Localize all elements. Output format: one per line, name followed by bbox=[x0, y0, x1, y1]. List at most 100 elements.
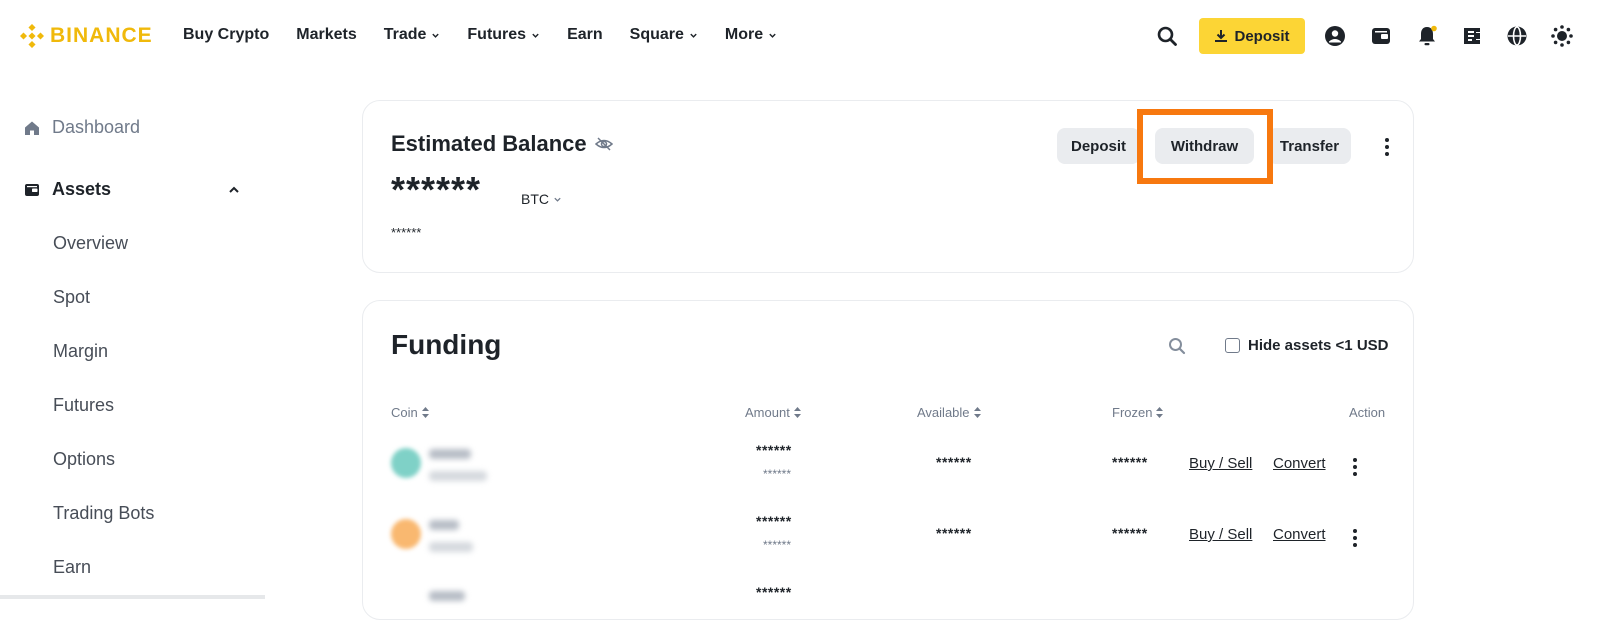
amount-fiat-value: ****** bbox=[763, 467, 792, 481]
sidebar-item-options[interactable]: Options bbox=[53, 449, 115, 470]
sidebar-scrollbar[interactable] bbox=[0, 595, 265, 599]
deposit-button[interactable]: Deposit bbox=[1057, 128, 1140, 164]
binance-logo-icon bbox=[20, 24, 44, 48]
eye-hidden-icon[interactable] bbox=[594, 137, 613, 151]
theme-icon[interactable] bbox=[1544, 18, 1580, 54]
coin-icon bbox=[391, 448, 421, 478]
convert-link[interactable]: Convert bbox=[1273, 455, 1326, 472]
nav-label: Markets bbox=[296, 26, 357, 43]
column-label: Action bbox=[1349, 405, 1386, 420]
globe-icon[interactable] bbox=[1499, 18, 1535, 54]
coin-symbol-blurred bbox=[429, 449, 471, 459]
coin-name-blurred bbox=[429, 471, 487, 481]
coin-symbol-blurred bbox=[429, 591, 465, 601]
nav-label: More bbox=[724, 26, 764, 43]
balance-fiat-value: ****** bbox=[391, 225, 422, 240]
balance-unit-select[interactable]: BTC bbox=[521, 191, 562, 207]
main-nav: Buy Crypto Markets Trade Futures Earn Sq… bbox=[183, 26, 804, 44]
column-label: Available bbox=[917, 405, 970, 420]
balance-unit: BTC bbox=[521, 191, 549, 207]
nav-earn[interactable]: Earn bbox=[567, 26, 603, 44]
column-header-coin[interactable]: Coin bbox=[391, 405, 429, 420]
amount-value: ****** bbox=[756, 584, 792, 600]
sort-icon bbox=[793, 407, 801, 418]
frozen-value: ****** bbox=[1112, 525, 1148, 541]
sidebar-item-margin[interactable]: Margin bbox=[53, 341, 108, 362]
nav-label: Futures bbox=[467, 26, 527, 43]
funding-title: Funding bbox=[391, 329, 502, 360]
orders-icon[interactable] bbox=[1454, 18, 1490, 54]
coin-symbol-blurred bbox=[429, 520, 459, 530]
search-icon[interactable] bbox=[1149, 18, 1185, 54]
frozen-value: ****** bbox=[1112, 454, 1148, 470]
sort-icon bbox=[973, 407, 981, 418]
chevron-down-icon bbox=[690, 33, 697, 38]
sidebar-item-dashboard[interactable]: Dashboard bbox=[24, 117, 140, 138]
row-more-icon[interactable] bbox=[1345, 453, 1365, 481]
balance-title: Estimated Balance bbox=[391, 131, 613, 157]
nav-square[interactable]: Square bbox=[630, 26, 698, 44]
user-icon[interactable] bbox=[1317, 18, 1353, 54]
estimated-balance-card: Estimated Balance ****** BTC ****** Depo… bbox=[362, 100, 1414, 273]
download-icon bbox=[1215, 30, 1228, 42]
sidebar-label: Assets bbox=[52, 179, 112, 199]
buy-sell-link[interactable]: Buy / Sell bbox=[1189, 455, 1252, 472]
balance-title-text: Estimated Balance bbox=[391, 131, 587, 156]
top-header: BINANCE Buy Crypto Markets Trade Futures… bbox=[0, 0, 1600, 72]
buy-sell-link[interactable]: Buy / Sell bbox=[1189, 526, 1252, 543]
hide-small-assets-toggle[interactable]: Hide assets <1 USD bbox=[1225, 337, 1389, 354]
amount-fiat-value: ****** bbox=[763, 538, 792, 552]
withdraw-highlight-box bbox=[1137, 109, 1273, 184]
brand-name: BINANCE bbox=[50, 24, 153, 47]
column-label: Amount bbox=[745, 405, 790, 420]
chevron-down-icon bbox=[532, 33, 539, 38]
hide-assets-label: Hide assets <1 USD bbox=[1248, 337, 1389, 354]
sidebar-label: Dashboard bbox=[52, 117, 141, 137]
chevron-down-icon bbox=[432, 33, 440, 38]
wallet-icon bbox=[25, 183, 39, 196]
sort-icon bbox=[1156, 407, 1164, 418]
coin-icon bbox=[391, 519, 421, 549]
available-value: ****** bbox=[936, 454, 972, 470]
column-header-amount[interactable]: Amount bbox=[745, 405, 801, 420]
bell-icon[interactable] bbox=[1409, 18, 1445, 54]
chevron-down-icon bbox=[769, 33, 776, 38]
nav-label: Buy Crypto bbox=[183, 26, 270, 43]
row-more-icon[interactable] bbox=[1345, 524, 1365, 552]
sort-icon bbox=[421, 407, 429, 418]
hide-assets-checkbox[interactable] bbox=[1225, 338, 1240, 353]
coin-name-blurred bbox=[429, 542, 473, 552]
transfer-button[interactable]: Transfer bbox=[1268, 128, 1351, 164]
nav-futures[interactable]: Futures bbox=[467, 26, 540, 44]
sidebar-item-overview[interactable]: Overview bbox=[53, 233, 128, 254]
amount-value: ****** bbox=[756, 513, 792, 529]
sidebar-item-assets[interactable]: Assets bbox=[24, 179, 111, 200]
convert-link[interactable]: Convert bbox=[1273, 526, 1326, 543]
wallet-icon[interactable] bbox=[1363, 18, 1399, 54]
funding-card: Funding Hide assets <1 USD Coin Amount A… bbox=[362, 300, 1414, 620]
column-label: Coin bbox=[391, 405, 418, 420]
column-header-frozen[interactable]: Frozen bbox=[1112, 405, 1164, 420]
nav-buy-crypto[interactable]: Buy Crypto bbox=[183, 26, 269, 44]
home-icon bbox=[25, 121, 39, 135]
column-header-available[interactable]: Available bbox=[917, 405, 981, 420]
amount-value: ****** bbox=[756, 442, 792, 458]
chevron-up-icon[interactable] bbox=[228, 184, 240, 196]
column-label: Frozen bbox=[1112, 405, 1153, 420]
binance-logo[interactable]: BINANCE bbox=[20, 24, 153, 48]
sidebar-item-trading-bots[interactable]: Trading Bots bbox=[53, 503, 154, 524]
nav-more[interactable]: More bbox=[725, 26, 777, 44]
sidebar-item-futures[interactable]: Futures bbox=[53, 395, 114, 416]
deposit-label: Deposit bbox=[1234, 27, 1290, 45]
header-deposit-button[interactable]: Deposit bbox=[1199, 18, 1305, 54]
search-icon[interactable] bbox=[1168, 337, 1186, 360]
column-header-action: Action bbox=[1349, 405, 1385, 420]
more-options-icon[interactable] bbox=[1377, 133, 1397, 161]
nav-trade[interactable]: Trade bbox=[384, 26, 441, 44]
nav-label: Square bbox=[629, 26, 684, 43]
sidebar-item-earn[interactable]: Earn bbox=[53, 557, 91, 578]
nav-label: Trade bbox=[383, 26, 427, 43]
nav-markets[interactable]: Markets bbox=[296, 26, 356, 44]
balance-value: ****** bbox=[391, 169, 482, 210]
sidebar-item-spot[interactable]: Spot bbox=[53, 287, 90, 308]
